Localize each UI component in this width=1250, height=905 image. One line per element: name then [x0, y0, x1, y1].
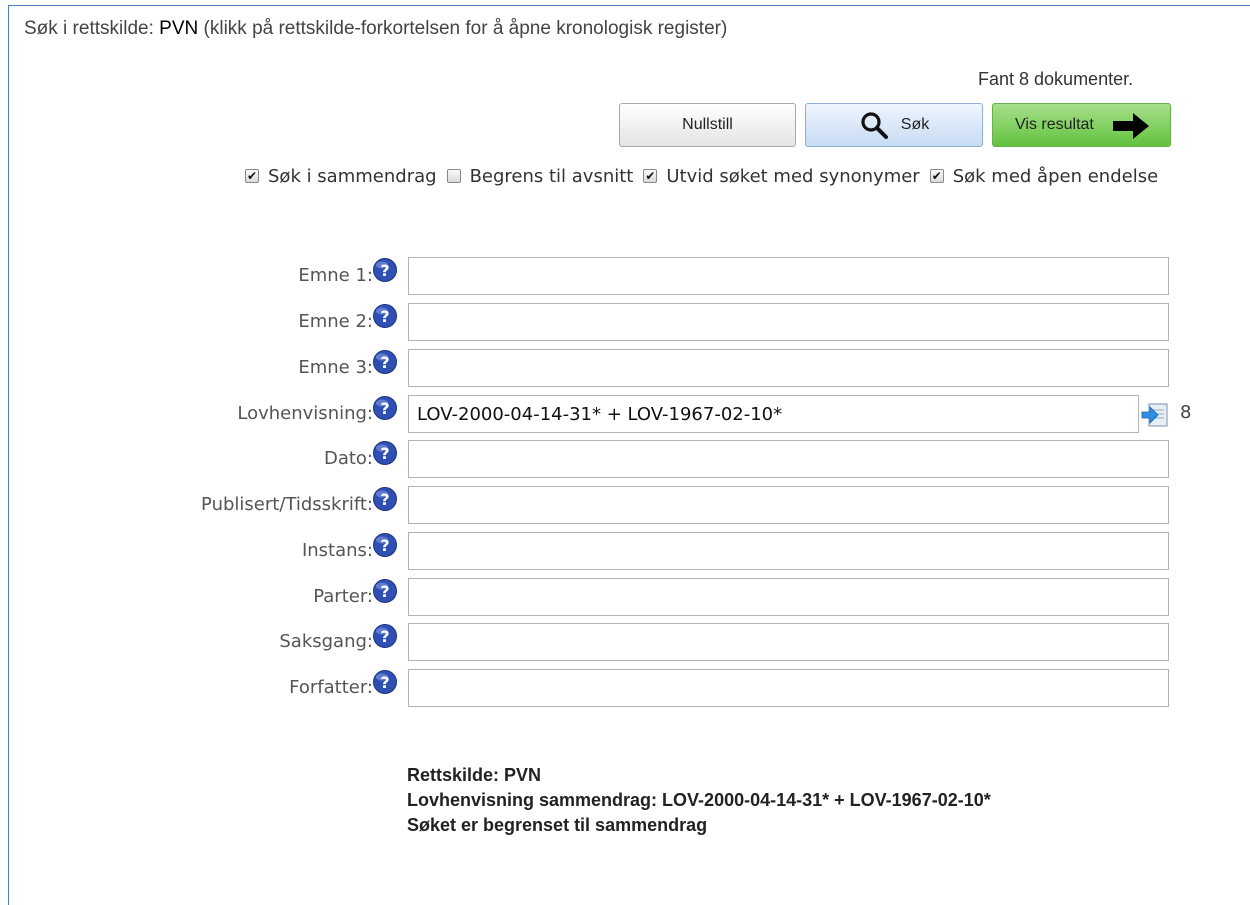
- checkbox-limit-section[interactable]: [446, 168, 461, 183]
- field-row-emne2: Emne 2: ?: [0, 303, 1250, 341]
- field-label: Forfatter:: [289, 677, 373, 698]
- show-results-button[interactable]: Vis resultat: [992, 103, 1171, 147]
- lovhenvisning-hit-count: 8: [1180, 402, 1192, 423]
- field-row-instans: Instans: ?: [0, 532, 1250, 570]
- search-button-label: Søk: [900, 116, 930, 133]
- question-circle-icon[interactable]: ?: [372, 303, 398, 329]
- field-label: Parter:: [313, 586, 373, 607]
- field-row-parter: Parter: ?: [0, 578, 1250, 616]
- svg-text:?: ?: [380, 627, 389, 646]
- summary-lovhenvisning: Lovhenvisning sammendrag: LOV-2000-04-14…: [407, 790, 991, 810]
- checkbox-open-ending[interactable]: ✔: [929, 168, 944, 183]
- field-label: Emne 1:: [298, 265, 373, 286]
- svg-text:?: ?: [380, 399, 389, 418]
- parter-input[interactable]: [408, 578, 1169, 616]
- question-circle-icon[interactable]: ?: [372, 578, 398, 604]
- go-to-list-icon[interactable]: [1141, 403, 1169, 429]
- svg-text:?: ?: [380, 444, 389, 463]
- checkbox-summary[interactable]: ✔: [245, 168, 259, 183]
- search-options: ✔ Søk i sammendrag Begrens til avsnitt ✔…: [245, 166, 1168, 187]
- saksgang-input[interactable]: [408, 623, 1169, 661]
- svg-text:?: ?: [380, 582, 389, 601]
- dato-input[interactable]: [408, 440, 1169, 478]
- svg-text:?: ?: [380, 673, 389, 692]
- question-circle-icon[interactable]: ?: [372, 349, 398, 375]
- arrow-right-icon: [1113, 113, 1149, 139]
- option-limit-section[interactable]: Begrens til avsnitt: [446, 166, 634, 187]
- svg-text:?: ?: [380, 353, 389, 372]
- field-row-forfatter: Forfatter: ?: [0, 669, 1250, 707]
- show-results-label: Vis resultat: [1015, 116, 1094, 133]
- field-row-publisert: Publisert/Tidsskrift: ?: [0, 486, 1250, 524]
- option-synonyms-label: Utvid søket med synonymer: [666, 166, 920, 187]
- search-summary: Rettskilde: PVN Lovhenvisning sammendrag…: [407, 763, 991, 838]
- emne2-input[interactable]: [408, 303, 1169, 341]
- question-circle-icon[interactable]: ?: [372, 440, 398, 466]
- title-prefix: Søk i rettskilde:: [24, 18, 154, 39]
- field-row-lovhenvisning: Lovhenvisning: ? 8: [0, 395, 1250, 433]
- question-circle-icon[interactable]: ?: [372, 669, 398, 695]
- field-row-dato: Dato: ?: [0, 440, 1250, 478]
- reset-button[interactable]: Nullstill: [619, 103, 796, 147]
- option-open-ending[interactable]: ✔ Søk med åpen endelse: [929, 166, 1159, 187]
- summary-source: Rettskilde: PVN: [407, 765, 542, 785]
- svg-text:?: ?: [380, 490, 389, 509]
- field-label: Lovhenvisning:: [237, 403, 373, 424]
- question-circle-icon[interactable]: ?: [372, 623, 398, 649]
- option-summary[interactable]: ✔ Søk i sammendrag: [245, 166, 437, 187]
- field-label: Emne 3:: [298, 357, 373, 378]
- forfatter-input[interactable]: [408, 669, 1169, 707]
- svg-text:?: ?: [380, 536, 389, 555]
- option-open-ending-label: Søk med åpen endelse: [952, 166, 1159, 187]
- question-circle-icon[interactable]: ?: [372, 395, 398, 421]
- question-circle-icon[interactable]: ?: [372, 532, 398, 558]
- source-code-link[interactable]: PVN: [159, 18, 198, 39]
- lovhenvisning-input[interactable]: [408, 395, 1139, 433]
- field-label: Instans:: [301, 540, 373, 561]
- publisert-input[interactable]: [408, 486, 1169, 524]
- option-summary-label: Søk i sammendrag: [268, 166, 437, 187]
- search-button[interactable]: Søk: [805, 103, 983, 147]
- page-title: Søk i rettskilde: PVN (klikk på rettskil…: [24, 18, 727, 40]
- result-count: Fant 8 dokumenter.: [978, 69, 1134, 89]
- question-circle-icon[interactable]: ?: [372, 257, 398, 283]
- field-label: Emne 2:: [298, 311, 373, 332]
- field-row-saksgang: Saksgang: ?: [0, 623, 1250, 661]
- option-limit-section-label: Begrens til avsnitt: [469, 166, 634, 187]
- svg-text:?: ?: [380, 261, 389, 280]
- magnifier-icon: [861, 112, 888, 139]
- checkbox-synonyms[interactable]: ✔: [643, 168, 658, 183]
- emne3-input[interactable]: [408, 349, 1169, 387]
- instans-input[interactable]: [408, 532, 1169, 570]
- svg-text:?: ?: [380, 307, 389, 326]
- field-row-emne1: Emne 1: ?: [0, 257, 1250, 295]
- reset-button-label: Nullstill: [682, 116, 733, 133]
- option-synonyms[interactable]: ✔ Utvid søket med synonymer: [643, 166, 920, 187]
- emne1-input[interactable]: [408, 257, 1169, 295]
- field-label: Saksgang:: [279, 631, 373, 652]
- summary-restriction: Søket er begrenset til sammendrag: [407, 815, 708, 835]
- field-label: Publisert/Tidsskrift:: [201, 494, 373, 515]
- question-circle-icon[interactable]: ?: [372, 486, 398, 512]
- title-hint: (klikk på rettskilde-forkortelsen for å …: [203, 18, 728, 39]
- field-label: Dato:: [323, 448, 373, 469]
- field-row-emne3: Emne 3: ?: [0, 349, 1250, 387]
